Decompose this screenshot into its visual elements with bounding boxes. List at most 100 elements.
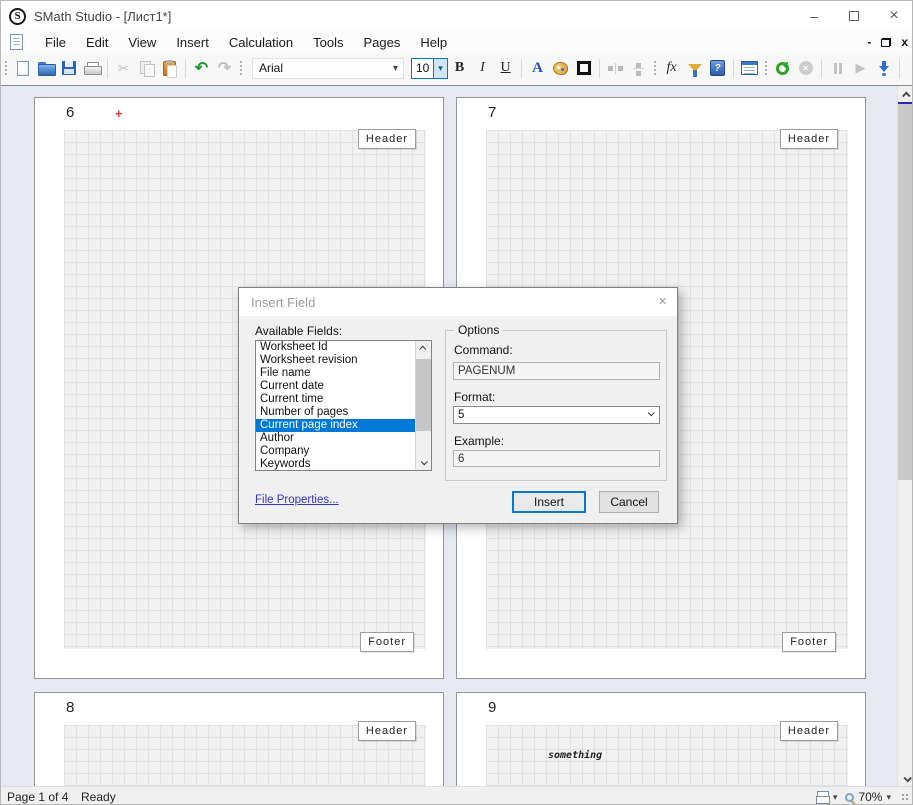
menu-view[interactable]: View xyxy=(118,33,166,52)
insert-field-dialog: Insert Field × Available Fields: Workshe… xyxy=(238,287,678,524)
file-properties-link[interactable]: File Properties... xyxy=(255,494,339,506)
mdi-close-button[interactable]: x xyxy=(901,36,908,48)
vertical-scrollbar[interactable] xyxy=(897,86,913,786)
maximize-button[interactable] xyxy=(834,1,874,31)
paste-button[interactable] xyxy=(158,57,181,79)
page-number: 7 xyxy=(488,104,496,121)
command-input[interactable]: PAGENUM xyxy=(453,362,660,380)
new-button[interactable] xyxy=(11,57,34,79)
open-folder-icon xyxy=(38,62,54,74)
toolbar-grip[interactable] xyxy=(763,59,769,77)
font-size-select[interactable]: 10 ▾ xyxy=(411,58,448,79)
list-item[interactable]: Author xyxy=(256,432,431,445)
paste-icon xyxy=(163,61,176,76)
dialog-title: Insert Field xyxy=(251,295,315,310)
page-layout-icon[interactable] xyxy=(816,791,829,803)
app-window: S SMath Studio - [Лист1*] – × File Edit … xyxy=(0,0,913,805)
insert-button[interactable]: Insert xyxy=(512,491,586,513)
worksheet-canvas[interactable]: 6 + Header Footer 7 Header Footer 8 Head… xyxy=(1,85,913,786)
scroll-up-icon[interactable] xyxy=(898,86,913,103)
math-region-text[interactable]: something xyxy=(548,750,602,761)
font-family-select[interactable]: Arial ▾ xyxy=(252,58,404,79)
scroll-up-icon[interactable] xyxy=(416,341,431,356)
list-item[interactable]: Current time xyxy=(256,393,431,406)
list-item[interactable]: Worksheet revision xyxy=(256,354,431,367)
italic-button[interactable]: I xyxy=(471,57,494,79)
cut-button: ✂ xyxy=(112,57,135,79)
header-region[interactable]: Header xyxy=(780,721,838,741)
header-region[interactable]: Header xyxy=(358,129,416,149)
close-button[interactable]: × xyxy=(874,1,913,31)
example-input[interactable]: 6 xyxy=(453,450,660,467)
scrollbar-thumb[interactable] xyxy=(898,104,913,480)
list-item[interactable]: File name xyxy=(256,367,431,380)
scroll-down-icon[interactable] xyxy=(416,455,431,470)
scrollbar-thumb[interactable] xyxy=(416,359,431,431)
pause-button xyxy=(826,57,849,79)
header-region[interactable]: Header xyxy=(358,721,416,741)
menu-tools[interactable]: Tools xyxy=(303,33,353,52)
scroll-down-icon[interactable] xyxy=(898,770,913,786)
toolbar-grip[interactable] xyxy=(652,59,658,77)
cancel-button[interactable]: Cancel xyxy=(599,491,659,513)
minimize-button[interactable]: – xyxy=(794,1,834,31)
menu-file[interactable]: File xyxy=(35,33,76,52)
print-icon xyxy=(84,62,100,75)
page-9[interactable]: 9 Header something xyxy=(456,692,866,786)
toolbar-separator xyxy=(521,59,522,78)
list-item[interactable]: Current date xyxy=(256,380,431,393)
menu-bar: File Edit View Insert Calculation Tools … xyxy=(1,31,913,53)
maximize-icon xyxy=(849,11,859,21)
menu-pages[interactable]: Pages xyxy=(354,33,411,52)
dialog-close-icon[interactable]: × xyxy=(658,293,667,310)
menu-help[interactable]: Help xyxy=(410,33,457,52)
list-item[interactable]: Keywords xyxy=(256,458,431,471)
open-button[interactable] xyxy=(34,57,57,79)
background-color-button[interactable] xyxy=(549,57,572,79)
options-form-button[interactable] xyxy=(738,57,761,79)
zoom-magnifier-icon[interactable] xyxy=(845,793,854,802)
print-button[interactable] xyxy=(80,57,103,79)
format-label: Format: xyxy=(454,390,495,404)
menu-edit[interactable]: Edit xyxy=(76,33,118,52)
dialog-title-bar[interactable]: Insert Field × xyxy=(239,288,677,316)
available-fields-listbox[interactable]: Worksheet Id Worksheet revision File nam… xyxy=(255,340,432,471)
chevron-down-icon[interactable]: ▾ xyxy=(833,792,838,803)
step-button[interactable] xyxy=(872,57,895,79)
menu-calculation[interactable]: Calculation xyxy=(219,33,303,52)
page-8[interactable]: 8 Header xyxy=(34,692,444,786)
command-label: Command: xyxy=(454,343,513,357)
mdi-minimize-button[interactable]: - xyxy=(867,36,871,48)
mdi-restore-button[interactable] xyxy=(881,38,891,47)
toolbar-grip[interactable] xyxy=(3,59,9,77)
status-bar: Page 1 of 4 Ready ▾ 70% ▾ xyxy=(1,786,913,805)
bold-button[interactable]: B xyxy=(448,57,471,79)
undo-button[interactable]: ↶ xyxy=(190,57,213,79)
underline-button[interactable]: U xyxy=(494,57,517,79)
list-item[interactable]: Number of pages xyxy=(256,406,431,419)
recalculate-button[interactable] xyxy=(771,57,794,79)
function-button[interactable]: fx xyxy=(660,57,683,79)
border-button[interactable] xyxy=(572,57,595,79)
list-item[interactable]: Company xyxy=(256,445,431,458)
chevron-down-icon[interactable]: ▾ xyxy=(886,792,891,803)
filter-button[interactable] xyxy=(683,57,706,79)
footer-region[interactable]: Footer xyxy=(360,632,414,652)
format-select[interactable]: 5 xyxy=(453,406,660,424)
reference-button[interactable]: ? xyxy=(706,57,729,79)
list-item[interactable]: Worksheet Id xyxy=(256,341,431,354)
list-item-selected[interactable]: Current page index xyxy=(256,419,431,432)
footer-region[interactable]: Footer xyxy=(782,632,836,652)
header-region[interactable]: Header xyxy=(780,129,838,149)
save-button[interactable] xyxy=(57,57,80,79)
resize-grip[interactable] xyxy=(901,793,910,802)
step-down-icon xyxy=(879,61,889,76)
zoom-level[interactable]: 70% xyxy=(858,790,882,804)
menu-insert[interactable]: Insert xyxy=(166,33,219,52)
align-horizontal-button xyxy=(604,57,627,79)
chevron-down-icon xyxy=(648,409,655,416)
listbox-scrollbar[interactable] xyxy=(415,341,431,470)
palette-icon xyxy=(553,62,568,75)
toolbar-grip[interactable] xyxy=(238,59,244,77)
font-color-button[interactable]: A xyxy=(526,57,549,79)
